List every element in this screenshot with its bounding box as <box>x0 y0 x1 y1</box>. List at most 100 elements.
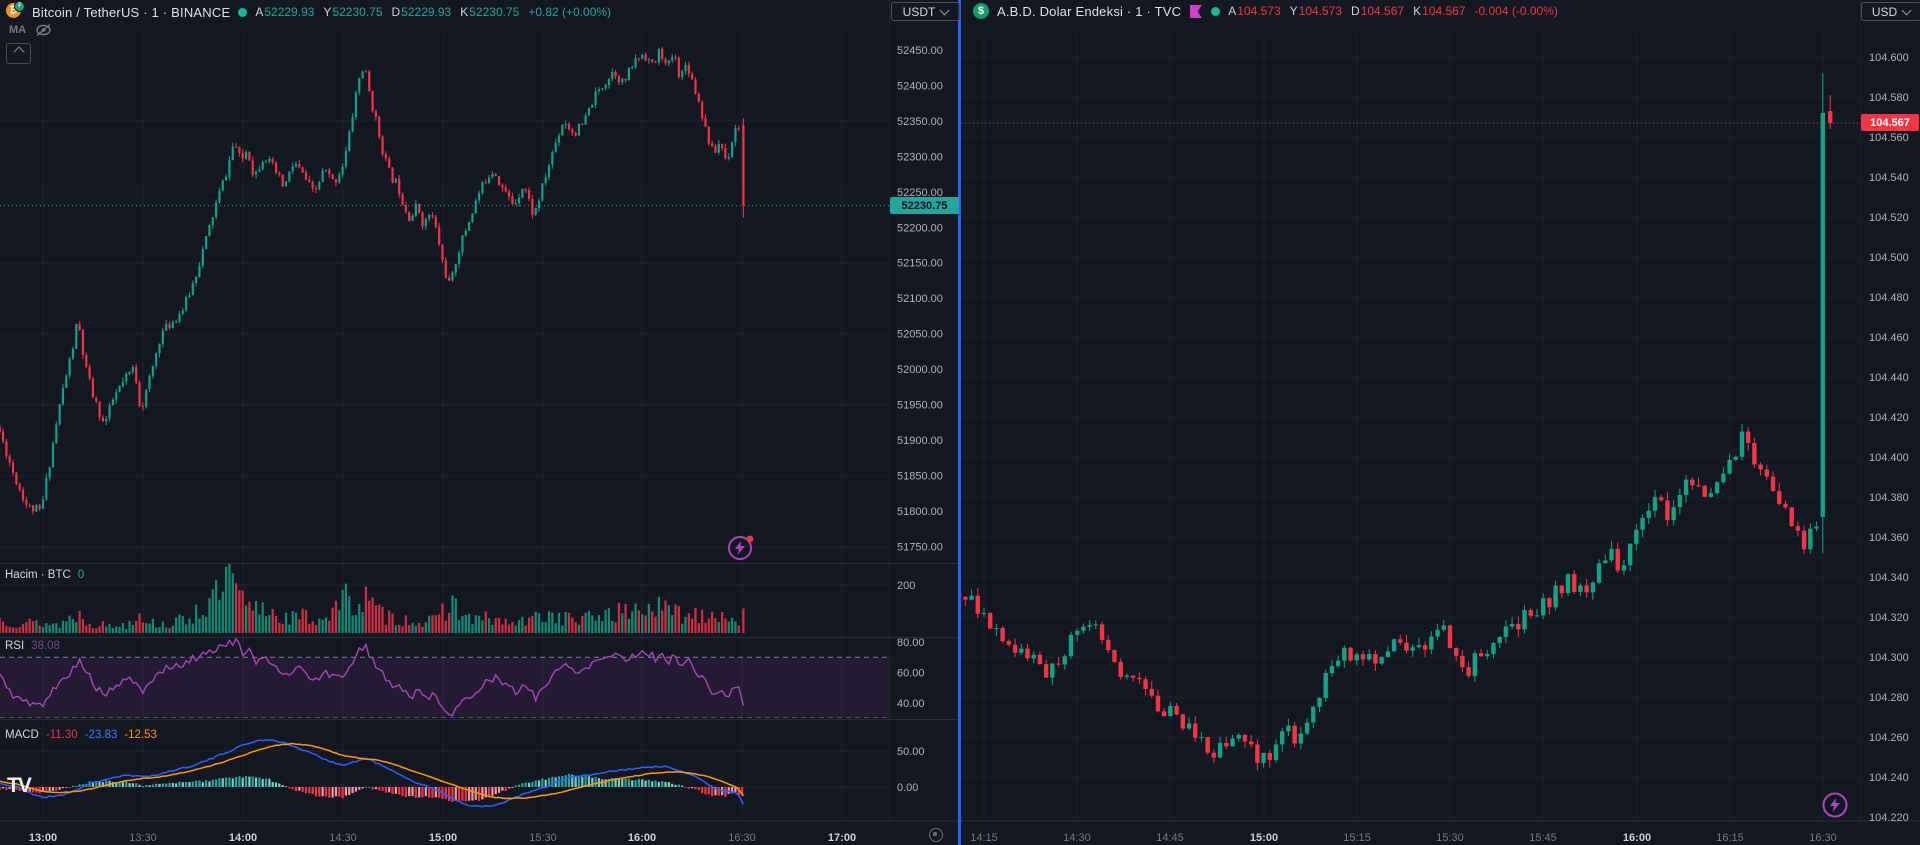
open-label: A <box>1228 4 1237 18</box>
axis-tick-label: 104.260 <box>1869 732 1909 744</box>
time-tick-label: 14:30 <box>1063 832 1091 844</box>
dollar-icon: $ <box>973 3 989 19</box>
market-status-dot[interactable] <box>238 7 248 17</box>
axis-tick-label: 104.240 <box>1869 772 1909 784</box>
current-price-badge-dxy: 104.567 <box>1861 114 1919 131</box>
btc-symbol-title[interactable]: Bitcoin / TetherUS · 1 · BINANCE <box>32 5 230 20</box>
currency-usd-label: USD <box>1871 4 1898 19</box>
volume-pane-label: Hacim · BTC 0 <box>5 569 84 581</box>
axis-tick-label: 104.460 <box>1869 332 1909 344</box>
refresh-lightning-icon-left[interactable] <box>727 533 757 563</box>
volume-value: 0 <box>77 569 85 581</box>
time-tick-label: 15:45 <box>1529 832 1557 844</box>
open-label: A <box>255 5 264 19</box>
axis-tick-label: 0.00 <box>897 782 918 794</box>
current-price-badge-btc: 52230.75 <box>890 197 959 214</box>
dxy-ohlc-values: A104.573 Y104.573 D104.567 K104.567 -0.0… <box>1228 4 1558 18</box>
chevron-down-icon <box>1901 5 1912 15</box>
time-tick-label: 16:30 <box>1809 832 1837 844</box>
market-status-dot[interactable] <box>1211 6 1221 16</box>
axis-tick-label: 51800.00 <box>897 506 943 518</box>
axis-tick-label: 52150.00 <box>897 258 943 270</box>
currency-usdt-label: USDT <box>902 4 936 19</box>
axis-tick-label: 104.220 <box>1869 812 1909 824</box>
time-tick-label: 15:30 <box>529 832 557 844</box>
macd-plot <box>0 739 745 808</box>
change-value: -0.004 (-0.00%) <box>1474 4 1558 18</box>
high-label: Y <box>1289 4 1298 18</box>
axis-tick-label: 104.400 <box>1869 452 1909 464</box>
lightning-bolt-icon <box>1830 798 1840 812</box>
btc-candles <box>0 46 745 515</box>
axis-settings-icon[interactable] <box>929 828 943 842</box>
time-tick-label: 14:45 <box>1156 832 1184 844</box>
ma-row: MA <box>9 23 52 37</box>
axis-tick-label: 104.580 <box>1869 92 1909 104</box>
time-tick-label: 14:30 <box>329 832 357 844</box>
axis-tick-label: 104.600 <box>1869 52 1909 64</box>
axis-tick-label: 52200.00 <box>897 222 943 234</box>
axis-tick-label: 104.340 <box>1869 572 1909 584</box>
collapse-pane-button[interactable] <box>6 43 31 64</box>
axis-tick-label: 104.500 <box>1869 252 1909 264</box>
time-tick-label: 13:30 <box>129 832 157 844</box>
axis-tick-label: 52350.00 <box>897 116 943 128</box>
alert-dot <box>746 535 754 543</box>
axis-tick-label: 104.540 <box>1869 172 1909 184</box>
currency-button-usdt[interactable]: USDT <box>891 2 960 21</box>
time-tick-label: 15:00 <box>429 832 457 844</box>
high-value: 52230.75 <box>332 5 383 19</box>
axis-tick-label: 52100.00 <box>897 293 943 305</box>
macd-label: MACD <box>5 729 39 741</box>
axis-tick-label: 104.380 <box>1869 492 1909 504</box>
volume-label: Hacim · BTC <box>5 569 71 581</box>
axis-tick-label: 52050.00 <box>897 329 943 341</box>
time-tick-label: 16:15 <box>1716 832 1744 844</box>
time-tick-label: 14:00 <box>229 832 257 844</box>
chevron-down-icon <box>939 5 950 15</box>
rsi-pane-label: RSI 38.08 <box>5 640 60 652</box>
close-value: 52230.75 <box>469 5 520 19</box>
axis-tick-label: 51950.00 <box>897 400 943 412</box>
axis-tick-label: 104.520 <box>1869 212 1909 224</box>
axis-tick-label: 60.00 <box>897 667 925 679</box>
btc-pair-icon: ₿ ₮ <box>6 1 25 21</box>
time-tick-label: 15:15 <box>1343 832 1371 844</box>
flag-icon[interactable] <box>1189 4 1203 18</box>
chevron-up-icon <box>12 46 25 58</box>
axis-tick-label: 200 <box>897 580 915 592</box>
time-tick-label: 15:30 <box>1436 832 1464 844</box>
dxy-symbol-title[interactable]: A.B.D. Dolar Endeksi · 1 · TVC <box>997 4 1181 19</box>
lightning-bolt-icon <box>735 541 745 555</box>
macd-hist-value: -11.30 <box>45 729 78 741</box>
axis-tick-label: 104.300 <box>1869 652 1909 664</box>
time-tick-label: 17:00 <box>828 832 856 844</box>
volume-bars <box>0 564 745 633</box>
macd-signal-value: -12.53 <box>124 729 157 741</box>
axis-tick-label: 80.00 <box>897 637 925 649</box>
axis-tick-label: 104.320 <box>1869 612 1909 624</box>
high-value: 104.573 <box>1298 4 1343 18</box>
low-value: 52229.93 <box>401 5 452 19</box>
axis-tick-label: 104.420 <box>1869 412 1909 424</box>
axis-tick-label: 104.560 <box>1869 132 1909 144</box>
dxy-candles <box>961 73 1833 771</box>
panel-divider[interactable] <box>958 0 961 845</box>
high-label: Y <box>323 5 332 19</box>
hide-indicator-icon[interactable] <box>35 23 52 37</box>
macd-pane-label: MACD -11.30 -23.83 -12.53 <box>5 729 157 741</box>
time-tick-label: 16:00 <box>628 832 656 844</box>
time-tick-label: 16:30 <box>728 832 756 844</box>
currency-button-usd[interactable]: USD <box>1861 2 1920 21</box>
axis-tick-label: 52400.00 <box>897 80 943 92</box>
refresh-lightning-icon-right[interactable] <box>1820 790 1850 820</box>
axis-tick-label: 50.00 <box>897 746 925 758</box>
close-label: K <box>1413 4 1422 18</box>
time-tick-label: 16:00 <box>1623 832 1651 844</box>
tradingview-multichart: 52450.00 52400.00 52350.00 52300.00 52250.00… <box>0 0 1920 845</box>
open-value: 52229.93 <box>264 5 315 19</box>
tradingview-logo[interactable]: TV <box>7 774 32 798</box>
axis-tick-label: 104.440 <box>1869 372 1909 384</box>
dxy-panel-header: $ A.B.D. Dolar Endeksi · 1 · TVC A 104.57… <box>973 3 1558 19</box>
axis-tick-label: 52300.00 <box>897 151 943 163</box>
